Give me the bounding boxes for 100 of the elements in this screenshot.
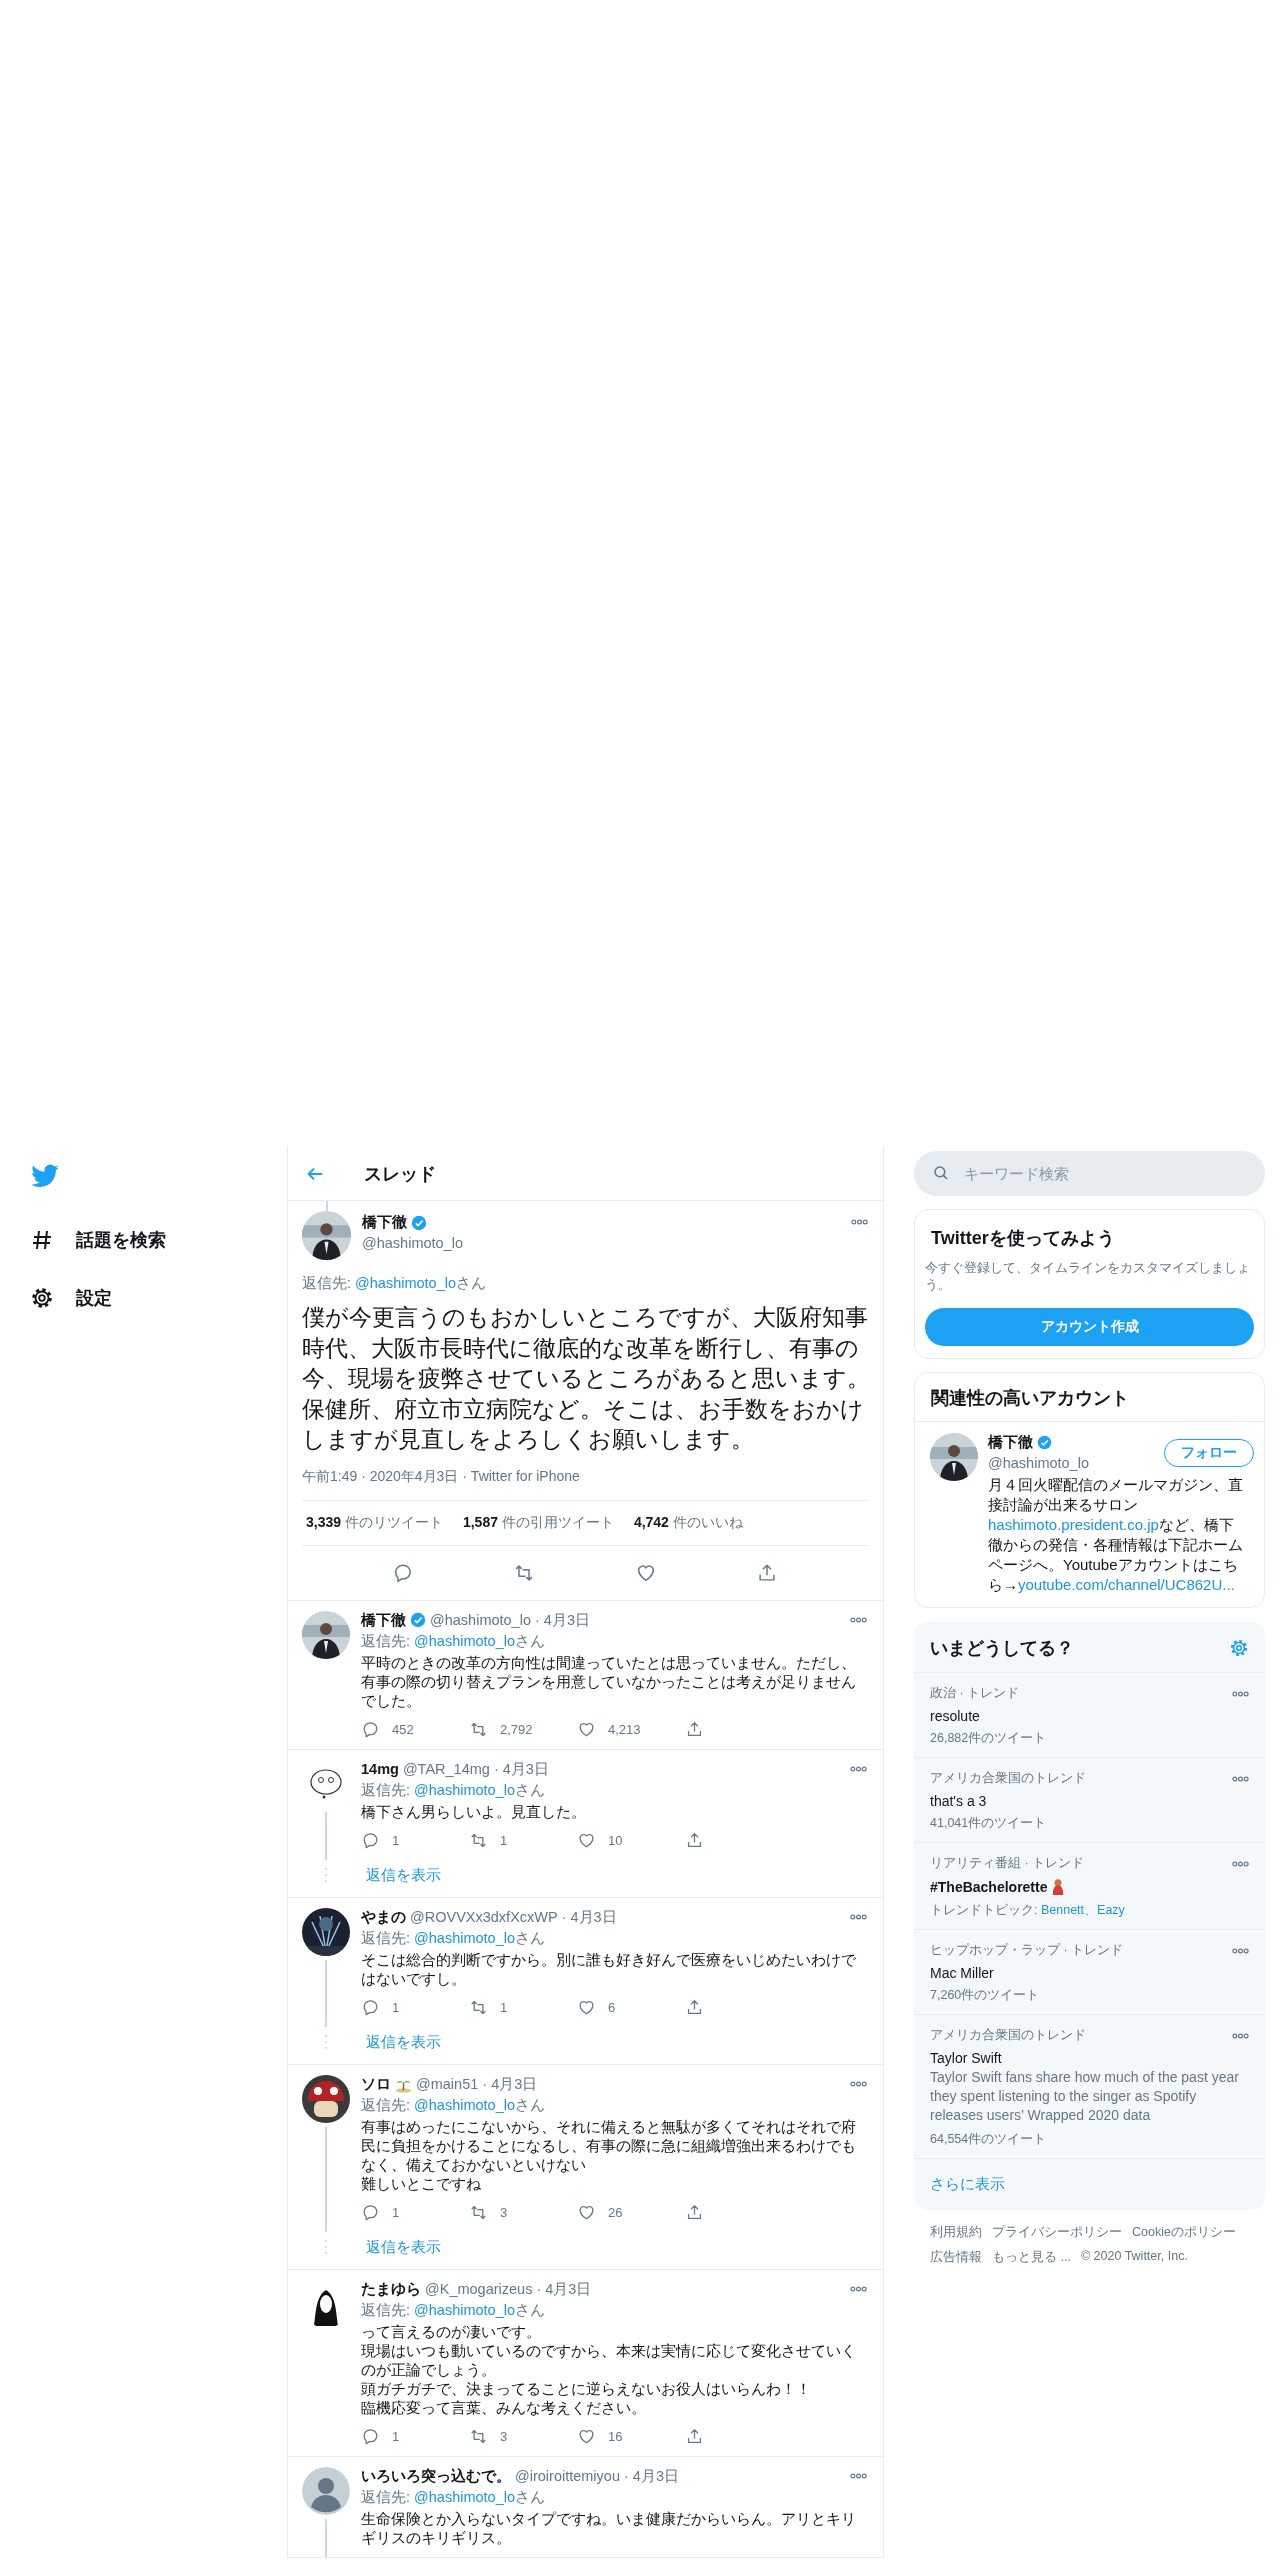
footer-link[interactable]: 広告情報 xyxy=(930,2249,982,2266)
search-field[interactable]: キーワード検索 xyxy=(914,1151,1265,1196)
action-count: 10 xyxy=(608,1832,623,1848)
mention-link[interactable]: @hashimoto_lo xyxy=(414,1632,516,1649)
thread-dots-icon xyxy=(324,2239,328,2255)
tweet-date[interactable]: · 4月3日 xyxy=(536,2279,592,2299)
user-handle[interactable]: @TAR_14mg xyxy=(402,1761,490,1777)
more-icon[interactable] xyxy=(1232,1947,1249,1954)
topic-link[interactable]: Bennett、Eazy xyxy=(1040,1903,1125,1917)
user-name[interactable]: 橋下徹 xyxy=(988,1433,1033,1452)
mention-link[interactable]: @hashimoto_lo xyxy=(414,1929,516,1946)
stat-link[interactable]: 4,742 件のいいね xyxy=(633,1513,743,1532)
action-count: 3 xyxy=(500,2428,508,2444)
reply-icon[interactable] xyxy=(361,2426,380,2446)
search-icon xyxy=(932,1164,950,1182)
hashtag-icon xyxy=(30,1228,54,1252)
tweet-text: 平時のときの改革の方向性は間違っていたとは思っていません。ただし、有事の際の切り替えプランを用意していなかったことは考えが足りませんでした。 xyxy=(361,1652,857,1710)
trend-context: リアリティ番組 · トレンド xyxy=(930,1855,1085,1872)
show-replies-link[interactable]: 返信を表示 xyxy=(366,2237,441,2257)
mention-link[interactable]: @hashimoto_lo xyxy=(355,1275,457,1291)
share-icon[interactable] xyxy=(685,1719,704,1739)
tweet-text: 僕が今更言うのもおかしいところですが、大阪府知事時代、大阪市長時代に徹底的な改革を断行し、有事の今、現場を疲弊させているところがあると思います。保健所、府立市立病院など。そこは、お手数をおかけしますが見直しをよろしくお願いします。 xyxy=(302,1304,871,1454)
more-icon[interactable] xyxy=(850,1617,867,1623)
user-name[interactable]: やまの xyxy=(361,1907,406,1927)
user-handle[interactable]: @K_mogarizeus xyxy=(425,2281,533,2297)
user-name[interactable]: たまゆら xyxy=(361,2279,421,2299)
reply-icon[interactable] xyxy=(361,1830,380,1850)
show-replies-link[interactable]: 返信を表示 xyxy=(366,2032,441,2052)
tweet-date[interactable]: · 4月3日 xyxy=(493,1759,549,1779)
tweet-date[interactable]: · 4月3日 xyxy=(535,1610,590,1630)
trend-context: アメリカ合衆国のトレンド xyxy=(930,2027,1086,2044)
tweet-date[interactable]: · 4月3日 xyxy=(482,2074,538,2094)
follow-button[interactable]: フォロー xyxy=(1164,1439,1254,1467)
trend-description: Taylor Swift fans share how much of the past year they spent listening to the singer as Spotify releases users’ Wrapped 2020 data xyxy=(930,2068,1240,2125)
reply-icon[interactable] xyxy=(361,2202,380,2222)
mention-link[interactable]: @hashimoto_lo xyxy=(414,1781,516,1798)
user-name[interactable]: 14mg xyxy=(361,1761,399,1777)
mention-link[interactable]: @hashimoto_lo xyxy=(414,2096,516,2113)
nav-item[interactable]: 話題を検索 xyxy=(30,1211,166,1269)
show-replies-link[interactable]: 返信を表示 xyxy=(366,1865,441,1885)
user-name[interactable]: いろいろ突っ込むで。 xyxy=(361,2466,511,2486)
tweet-text: 現場はいつも動いているのですから、本来は実情に応じて変化させていくのが正論でしょう。 xyxy=(361,2340,857,2379)
more-icon[interactable] xyxy=(1232,1860,1249,1867)
user-name[interactable]: ソロ xyxy=(361,2074,391,2094)
more-icon[interactable] xyxy=(850,2286,867,2292)
tweet-date[interactable]: · 4月3日 xyxy=(561,1907,617,1927)
user-handle[interactable]: @hashimoto_lo xyxy=(988,1455,1089,1471)
share-icon[interactable] xyxy=(685,2426,704,2446)
trend-item[interactable]: 政治 · トレンド resolute 26,882件のツイート xyxy=(914,1673,1265,1758)
mention-link[interactable]: @hashimoto_lo xyxy=(414,2301,516,2318)
stat-link[interactable]: 1,587 件の引用ツイート xyxy=(462,1513,614,1532)
more-icon[interactable] xyxy=(1232,1775,1249,1782)
share-icon[interactable] xyxy=(685,1830,704,1850)
action-count: 1 xyxy=(392,2204,400,2220)
reply-icon[interactable] xyxy=(361,1719,380,1739)
trend-item[interactable]: アメリカ合衆国のトレンド Taylor Swift Taylor Swift fans share how much of the past year they spent listening to the singer as Spotify releases users’ Wrapped 2020 data 64,554件のツイート xyxy=(914,2015,1265,2159)
share-icon[interactable] xyxy=(685,1997,704,2017)
more-icon[interactable] xyxy=(850,2473,867,2479)
nav-item[interactable]: 設定 xyxy=(30,1269,112,1327)
reply-to-text: 返信先: @hashimoto_loさん xyxy=(361,1928,547,1948)
user-handle[interactable]: @main51 xyxy=(416,2076,479,2092)
user-name[interactable]: 橋下徹 xyxy=(361,1610,406,1630)
more-icon[interactable] xyxy=(850,2081,867,2087)
tweet-date[interactable]: · 4月3日 xyxy=(624,2466,679,2486)
footer-link[interactable]: Cookieのポリシー xyxy=(1132,2224,1236,2241)
footer-link[interactable]: プライバシーポリシー xyxy=(992,2224,1122,2241)
show-more-link[interactable]: さらに表示 xyxy=(914,2159,1265,2210)
more-icon[interactable] xyxy=(851,1219,868,1225)
bio-text: 月４回火曜配信のメールマガジン、直接討論が出来るサロン hashimoto.president.co.jpなど、橋下徹からの発信・各種情報は下記ホームページへ。Youtubeアカウントはこちら→youtube.com/channel/UC862U... xyxy=(988,1475,1244,1595)
action-count: 1 xyxy=(500,1999,508,2015)
user-handle[interactable]: @hashimoto_lo xyxy=(430,1612,531,1628)
user-handle[interactable]: @hashimoto_lo xyxy=(362,1235,463,1251)
tweet-text: 臨機応変って言葉、みんな考えください。 xyxy=(361,2397,647,2417)
avatar-icon[interactable] xyxy=(302,2466,350,2515)
tweet-count: 26,882件のツイート xyxy=(930,1730,1048,1747)
trend-item[interactable]: アメリカ合衆国のトレンド that's a 3 41,041件のツイート xyxy=(914,1758,1265,1843)
user-handle[interactable]: @ROVVXx3dxfXcxWP xyxy=(410,1909,558,1925)
reply-icon[interactable] xyxy=(361,1997,380,2017)
trend-item[interactable]: ヒップホップ・ラップ · トレンド Mac Miller 7,260件のツイート xyxy=(914,1930,1265,2015)
copyright-text: © 2020 Twitter, Inc. xyxy=(1080,2249,1188,2265)
trend-item[interactable]: リアリティ番組 · トレンド #TheBachelorette トレンドトピック: Bennett、Eazy xyxy=(914,1843,1265,1930)
more-icon[interactable] xyxy=(1232,2032,1249,2039)
bio-link[interactable]: hashimoto.president.co.jp xyxy=(988,1516,1159,1533)
more-icon[interactable] xyxy=(1232,1690,1249,1697)
user-handle[interactable]: @iroiroittemiyou xyxy=(515,2468,620,2484)
tweet-text: 橋下さん男らしいよ。見直した。 xyxy=(361,1801,587,1821)
bio-link[interactable]: youtube.com/channel/UC862U... xyxy=(1018,1576,1235,1593)
tweet-text: 有事はめったにこないから、それに備えると無駄が多くてそれはそれで府民に負担をかけることになるし、有事の際に急に組織増強出来るわけでもなく、備えておかないといけない xyxy=(361,2116,857,2174)
footer-link[interactable]: もっと見る ... xyxy=(992,2249,1071,2266)
footer-link[interactable]: 利用規約 xyxy=(930,2224,982,2241)
create-account-button[interactable]: アカウント作成 xyxy=(925,1308,1254,1346)
share-icon[interactable] xyxy=(685,2202,704,2222)
stat-link[interactable]: 3,339 件のリツイート xyxy=(306,1513,443,1532)
more-icon[interactable] xyxy=(850,1766,867,1772)
action-count: 6 xyxy=(608,1999,616,2015)
action-count: 4,213 xyxy=(608,1721,641,1737)
user-name[interactable]: 橋下徹 xyxy=(362,1213,407,1232)
settings-icon[interactable] xyxy=(1229,1638,1249,1658)
mention-link[interactable]: @hashimoto_lo xyxy=(414,2488,516,2505)
more-icon[interactable] xyxy=(850,1914,867,1920)
